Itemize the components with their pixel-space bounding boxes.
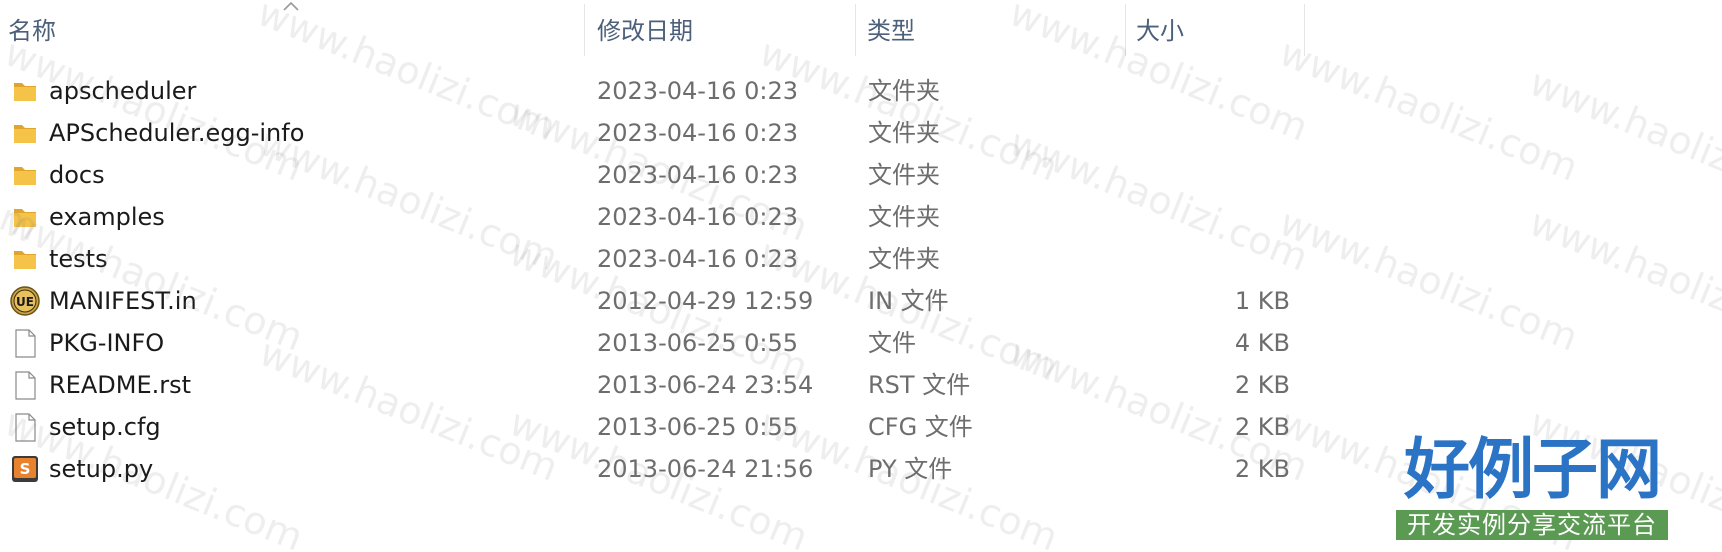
file-size: 1 KB [1234,287,1290,315]
file-list: apscheduler 2023-04-16 0:23 文件夹 APScheduler… [0,70,1722,490]
file-name: setup.py [49,455,154,483]
file-modified-date: 2012-04-29 12:59 [597,287,814,315]
column-header-type[interactable]: 类型 [861,14,915,48]
file-row[interactable]: examples 2023-04-16 0:23 文件夹 [0,196,1722,238]
file-row[interactable]: UE MANIFEST.in 2012-04-29 12:59 IN 文件 1 KB [0,280,1722,322]
file-size: 4 KB [1234,329,1290,357]
file-modified-date: 2023-04-16 0:23 [597,77,798,105]
column-divider[interactable] [1304,4,1305,56]
folder-icon [9,158,41,192]
file-type: 文件夹 [868,203,940,231]
file-row[interactable]: docs 2023-04-16 0:23 文件夹 [0,154,1722,196]
file-modified-date: 2023-04-16 0:23 [597,161,798,189]
file-row[interactable]: README.rst 2013-06-24 23:54 RST 文件 2 KB [0,364,1722,406]
blank-file-icon [9,368,41,402]
file-size: 2 KB [1234,413,1290,441]
brand-logo: 好例子网 开发实例分享交流平台 [1396,432,1668,544]
file-name: apscheduler [49,77,197,105]
file-type: 文件 [868,329,916,357]
brand-subtitle-bar: 开发实例分享交流平台 [1396,510,1668,540]
file-row[interactable]: apscheduler 2023-04-16 0:23 文件夹 [0,70,1722,112]
file-modified-date: 2023-04-16 0:23 [597,245,798,273]
file-modified-date: 2023-04-16 0:23 [597,119,798,147]
file-modified-date: 2023-04-16 0:23 [597,203,798,231]
folder-icon [9,242,41,276]
ultraedit-file-icon: UE [9,284,41,318]
svg-text:S: S [20,460,31,478]
file-name: APScheduler.egg-info [49,119,305,147]
file-explorer-view: 名称 修改日期 类型 大小 apscheduler 2023-04-16 0:23… [0,0,1722,552]
column-header-date[interactable]: 修改日期 [591,14,693,48]
column-header-bar: 名称 修改日期 类型 大小 [0,0,1722,58]
column-divider[interactable] [855,4,856,56]
file-modified-date: 2013-06-24 23:54 [597,371,814,399]
file-name: PKG-INFO [49,329,165,357]
file-row[interactable]: PKG-INFO 2013-06-25 0:55 文件 4 KB [0,322,1722,364]
folder-icon [9,200,41,234]
file-modified-date: 2013-06-24 21:56 [597,455,814,483]
file-type: 文件夹 [868,245,940,273]
file-type: PY 文件 [868,455,953,483]
column-divider[interactable] [1125,4,1126,56]
file-modified-date: 2013-06-25 0:55 [597,413,798,441]
sublime-file-icon: S [9,452,41,486]
blank-file-icon [9,410,41,444]
file-size: 2 KB [1234,371,1290,399]
brand-title: 好例子网 [1404,430,1662,508]
file-size: 2 KB [1234,455,1290,483]
file-name: README.rst [49,371,192,399]
file-name: tests [49,245,108,273]
file-type: IN 文件 [868,287,949,315]
file-row[interactable]: tests 2023-04-16 0:23 文件夹 [0,238,1722,280]
file-type: CFG 文件 [868,413,973,441]
file-modified-date: 2013-06-25 0:55 [597,329,798,357]
sort-ascending-icon[interactable] [282,0,300,12]
file-name: docs [49,161,105,189]
column-divider[interactable] [584,4,585,56]
column-header-size[interactable]: 大小 [1130,14,1184,48]
file-type: 文件夹 [868,77,940,105]
svg-text:UE: UE [16,295,34,309]
file-type: 文件夹 [868,119,940,147]
file-type: 文件夹 [868,161,940,189]
brand-subtitle: 开发实例分享交流平台 [1407,511,1657,539]
blank-file-icon [9,326,41,360]
column-header-name[interactable]: 名称 [2,14,56,48]
file-name: setup.cfg [49,413,161,441]
file-name: MANIFEST.in [49,287,197,315]
file-name: examples [49,203,165,231]
file-type: RST 文件 [868,371,971,399]
folder-icon [9,74,41,108]
file-row[interactable]: APScheduler.egg-info 2023-04-16 0:23 文件夹 [0,112,1722,154]
folder-icon [9,116,41,150]
